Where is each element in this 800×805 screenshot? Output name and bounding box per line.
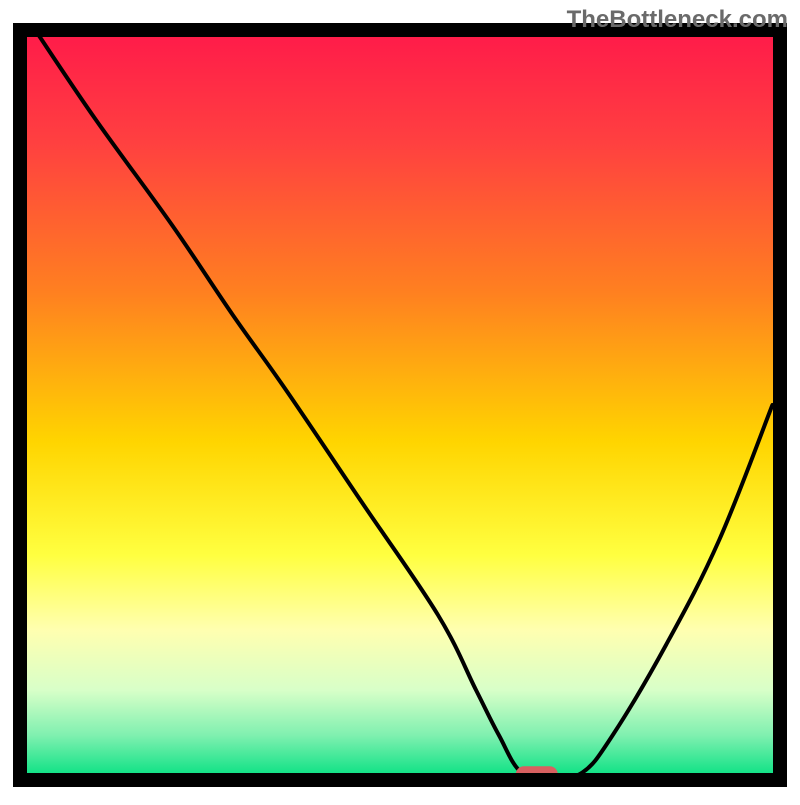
chart-svg	[0, 0, 800, 800]
bottleneck-chart	[0, 0, 800, 800]
watermark-text: TheBottleneck.com	[567, 6, 788, 34]
gradient-background	[20, 30, 780, 780]
